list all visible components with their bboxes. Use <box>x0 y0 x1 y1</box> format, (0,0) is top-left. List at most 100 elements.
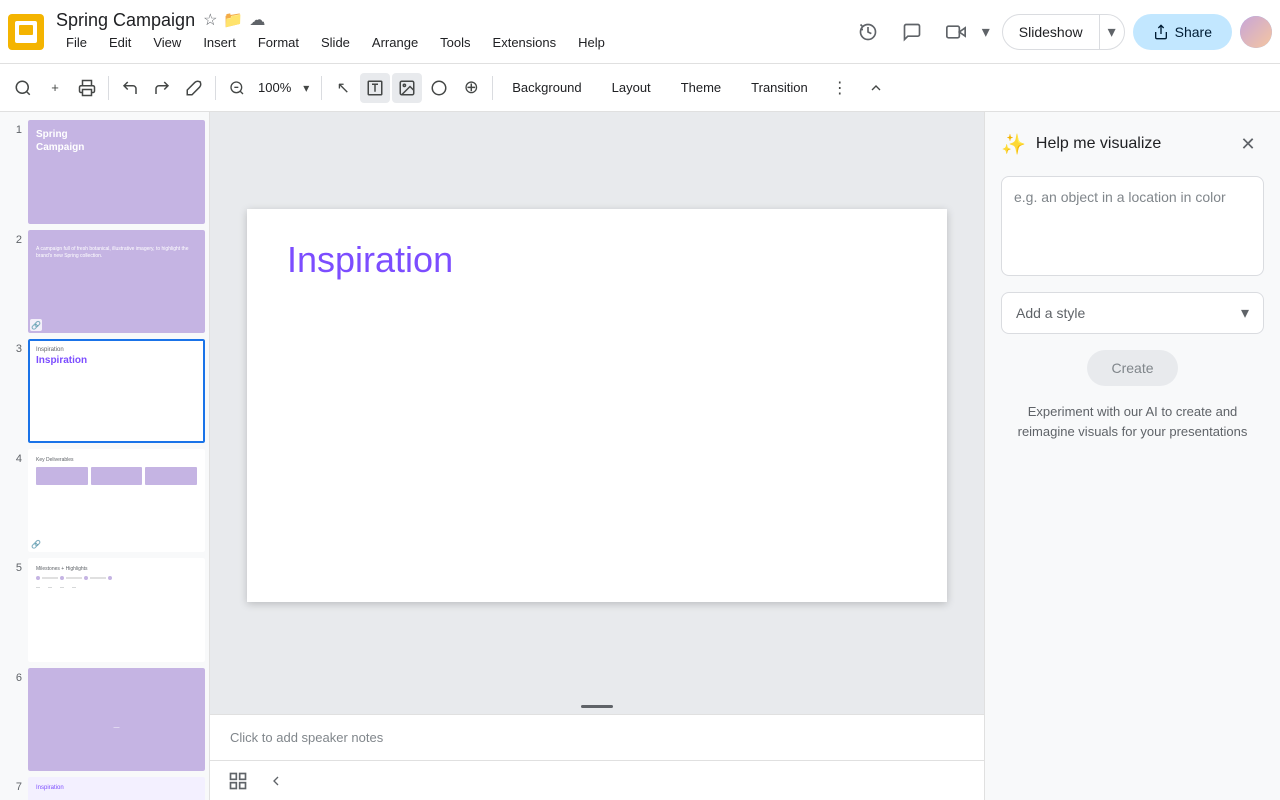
transition-btn[interactable]: Transition <box>738 75 821 100</box>
star-icon[interactable]: ☆ <box>203 10 217 30</box>
zoom-out-btn[interactable] <box>222 73 252 103</box>
shape-btn[interactable] <box>424 73 454 103</box>
menu-format[interactable]: Format <box>248 31 309 54</box>
paintbrush-btn[interactable] <box>179 73 209 103</box>
canvas-area: Inspiration Click to add speaker notes <box>210 112 984 800</box>
menu-help[interactable]: Help <box>568 31 615 54</box>
slide-number-6: 6 <box>4 668 22 684</box>
text-box-btn[interactable] <box>360 73 390 103</box>
share-button[interactable]: Share <box>1133 14 1232 50</box>
slide-3-label: Inspiration <box>36 347 197 353</box>
panel-collapse-btn[interactable] <box>262 767 290 795</box>
prompt-placeholder: e.g. an object in a location in color <box>1014 189 1226 205</box>
slide-thumb-4[interactable]: Key Deliverables 🔗 <box>28 449 205 553</box>
slide-item[interactable]: 3 Inspiration Inspiration <box>4 339 205 443</box>
right-panel-title: Help me visualize <box>1036 135 1161 153</box>
grid-view-btn[interactable] <box>222 765 254 797</box>
menu-extensions[interactable]: Extensions <box>483 31 567 54</box>
menu-insert[interactable]: Insert <box>193 31 246 54</box>
slide-item[interactable]: 6 — <box>4 668 205 772</box>
slide-item[interactable]: 2 A campaign full of fresh botanical, il… <box>4 230 205 334</box>
slide-number-2: 2 <box>4 230 22 246</box>
style-dropdown[interactable]: Add a style ▾ <box>1001 292 1264 334</box>
slide-canvas[interactable]: Inspiration <box>247 209 947 602</box>
slide-panel[interactable]: 1 SpringCampaign 2 A campaign full of fr… <box>0 112 210 800</box>
menu-view[interactable]: View <box>143 31 191 54</box>
menu-slide[interactable]: Slide <box>311 31 360 54</box>
zoom-value[interactable]: 100% <box>254 80 295 95</box>
history-icon[interactable] <box>850 14 886 50</box>
layout-btn[interactable]: Layout <box>599 75 664 100</box>
ai-description: Experiment with our AI to create and rei… <box>1001 402 1264 441</box>
slide-4-label: Key Deliverables <box>36 457 197 463</box>
right-panel-title-row: ✨ Help me visualize <box>1001 132 1161 157</box>
right-panel-header: ✨ Help me visualize ✕ <box>985 112 1280 168</box>
link-overlay-4: 🔗 <box>30 538 42 550</box>
toolbar-separator-4 <box>492 76 493 100</box>
slideshow-dropdown-arrow[interactable]: ▾ <box>1099 15 1124 49</box>
slide-thumb-6[interactable]: — <box>28 668 205 772</box>
slide-1-title: SpringCampaign <box>36 128 197 154</box>
comment-icon[interactable] <box>894 14 930 50</box>
create-btn[interactable]: Create <box>1087 350 1177 386</box>
slide-thumb-1[interactable]: SpringCampaign <box>28 120 205 224</box>
print-btn[interactable] <box>72 73 102 103</box>
slide-thumb-5[interactable]: Milestones + Highlights — — <box>28 558 205 662</box>
slide-item[interactable]: 4 Key Deliverables 🔗 <box>4 449 205 553</box>
toolbar-separator-3 <box>321 76 322 100</box>
toolbar: + 100% ▾ ↖ ⊕ Background Layout Theme Tra… <box>0 64 1280 112</box>
menu-tools[interactable]: Tools <box>430 31 480 54</box>
slide-number-5: 5 <box>4 558 22 574</box>
slide-4-box-1 <box>36 467 88 485</box>
slide-6-text: — <box>36 725 197 731</box>
slide-thumb-2[interactable]: A campaign full of fresh botanical, illu… <box>28 230 205 334</box>
close-panel-btn[interactable]: ✕ <box>1232 128 1264 160</box>
redo-btn[interactable] <box>147 73 177 103</box>
share-label: Share <box>1175 24 1212 40</box>
slide-number-4: 4 <box>4 449 22 465</box>
slide-item[interactable]: 1 SpringCampaign <box>4 120 205 224</box>
slide-number-7: 7 <box>4 777 22 793</box>
undo-btn[interactable] <box>115 73 145 103</box>
slide-number-1: 1 <box>4 120 22 136</box>
top-right-controls: ▾ Slideshow ▾ Share <box>850 14 1272 50</box>
slide-thumb-3[interactable]: Inspiration Inspiration <box>28 339 205 443</box>
menu-file[interactable]: File <box>56 31 97 54</box>
zoom-section: 100% ▾ <box>222 73 315 103</box>
zoom-fit-btn[interactable]: + <box>40 73 70 103</box>
slide-item[interactable]: 7 Inspiration <box>4 777 205 800</box>
speaker-notes[interactable]: Click to add speaker notes <box>210 714 984 760</box>
menu-arrange[interactable]: Arrange <box>362 31 428 54</box>
app-icon[interactable] <box>8 14 44 50</box>
prompt-textarea[interactable]: e.g. an object in a location in color <box>1001 176 1264 276</box>
camera-dropdown[interactable]: ▾ <box>982 22 990 42</box>
link-overlay-2: 🔗 <box>30 319 42 331</box>
menu-edit[interactable]: Edit <box>99 31 141 54</box>
doc-title[interactable]: Spring Campaign <box>56 10 195 31</box>
cursor-btn[interactable]: ↖ <box>328 73 358 103</box>
theme-btn[interactable]: Theme <box>668 75 734 100</box>
slide-4-box-3 <box>145 467 197 485</box>
search-toolbar-btn[interactable] <box>8 73 38 103</box>
style-dropdown-arrow-icon: ▾ <box>1241 303 1249 323</box>
toolbar-more-btn[interactable]: ⋮ <box>825 73 855 103</box>
cloud-icon[interactable]: ☁ <box>249 10 265 30</box>
slide-thumb-7[interactable]: Inspiration <box>28 777 205 800</box>
zoom-dropdown[interactable]: ▾ <box>297 73 315 103</box>
slideshow-main-btn[interactable]: Slideshow <box>1003 15 1099 49</box>
user-avatar[interactable] <box>1240 16 1272 48</box>
camera-icon[interactable] <box>938 14 974 50</box>
canvas-wrapper[interactable]: Inspiration <box>210 112 984 699</box>
slide-4-box-2 <box>91 467 143 485</box>
slideshow-button: Slideshow ▾ <box>1002 14 1125 50</box>
image-btn[interactable] <box>392 73 422 103</box>
folder-icon[interactable]: 📁 <box>223 10 243 30</box>
top-bar: Spring Campaign ☆ 📁 ☁ File Edit View Ins… <box>0 0 1280 64</box>
slide-2-text: A campaign full of fresh botanical, illu… <box>36 246 197 260</box>
toolbar-right: Background Layout Theme Transition ⋮ <box>499 73 855 103</box>
collapse-toolbar-btn[interactable] <box>861 73 891 103</box>
slide-5-label: Milestones + Highlights <box>36 566 197 572</box>
background-btn[interactable]: Background <box>499 75 594 100</box>
slide-item[interactable]: 5 Milestones + Highlights <box>4 558 205 662</box>
add-btn[interactable]: ⊕ <box>456 73 486 103</box>
